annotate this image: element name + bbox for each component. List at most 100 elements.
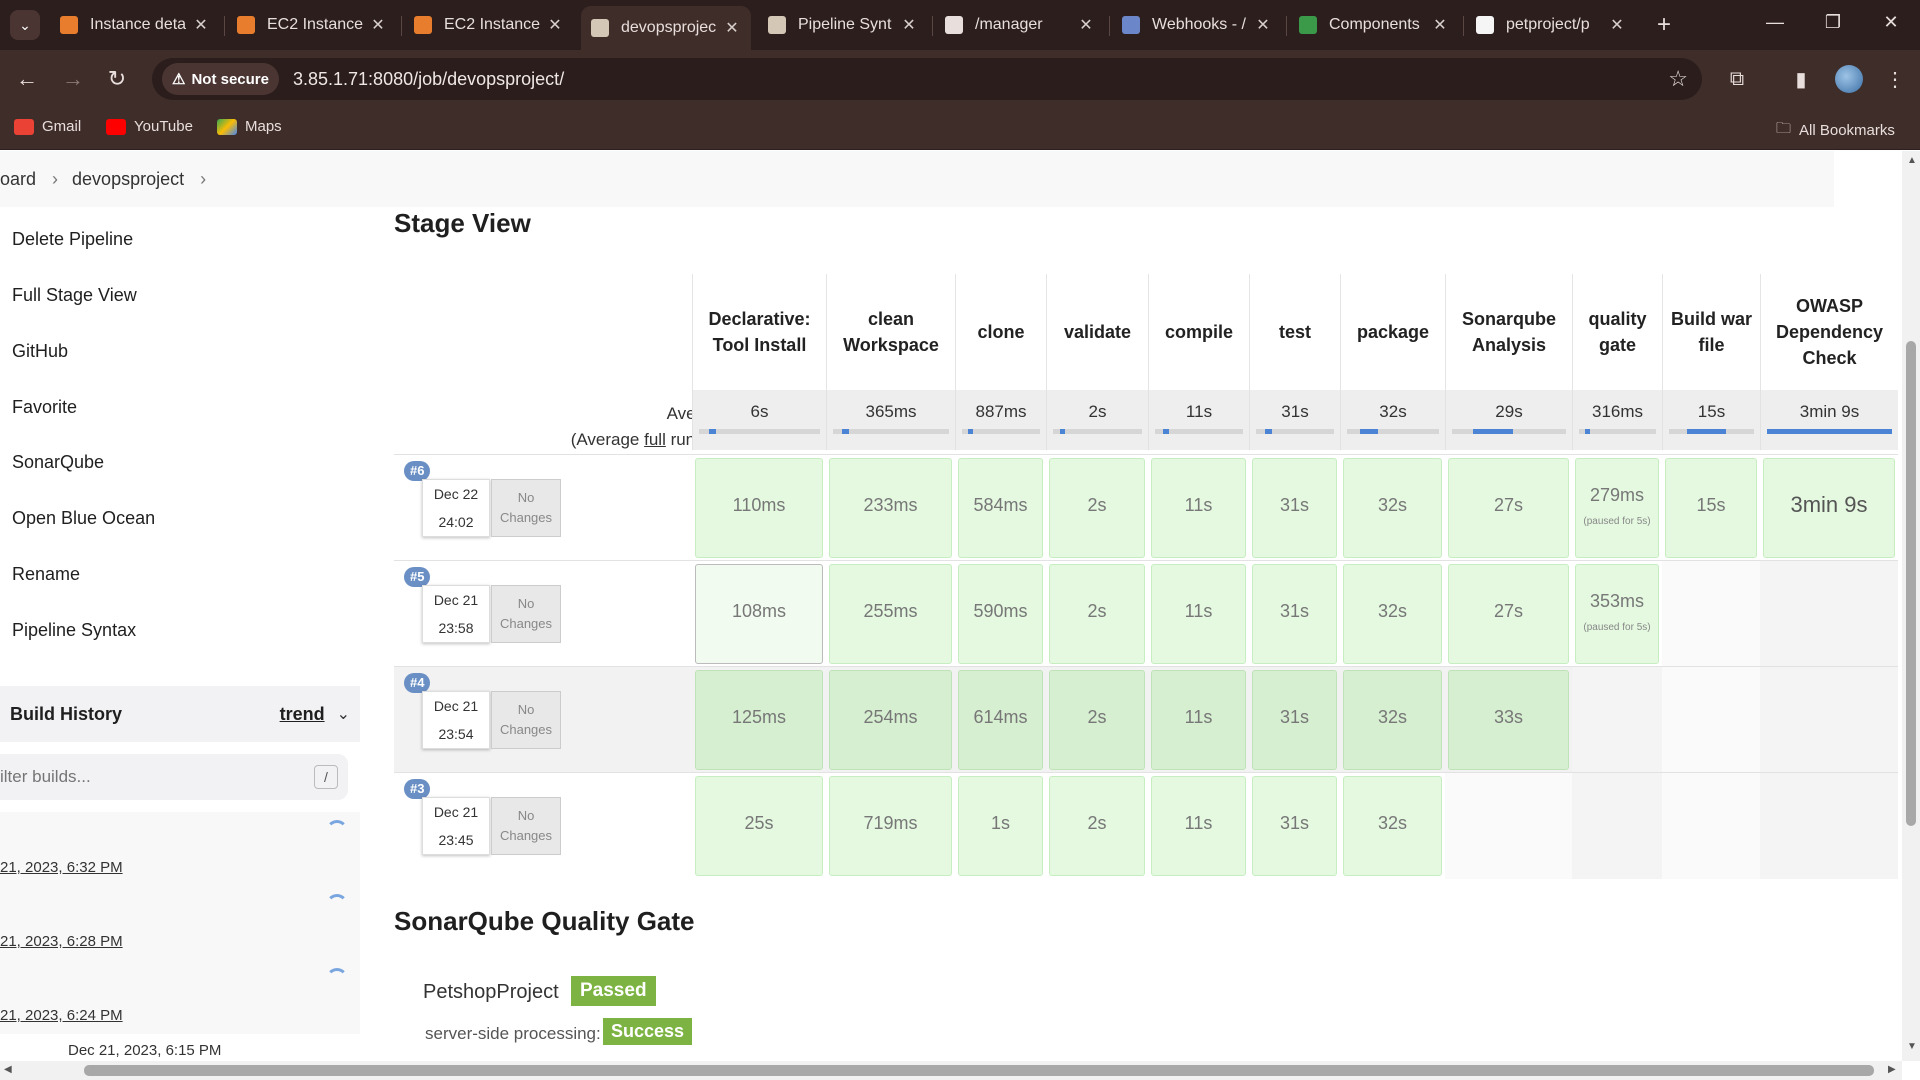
scroll-right-icon[interactable]: ▶ <box>1888 1064 1896 1075</box>
stage-result-cell[interactable]: 719ms <box>829 776 952 876</box>
security-indicator[interactable]: ⚠ Not secure <box>162 63 279 95</box>
stage-result-cell[interactable]: 108ms <box>695 564 823 664</box>
back-arrow-icon[interactable]: ← <box>12 64 42 94</box>
bookmark-star-icon[interactable]: ☆ <box>1668 66 1688 92</box>
filter-builds-input[interactable] <box>0 767 300 787</box>
build-number-badge[interactable]: #4 <box>404 673 431 693</box>
stage-result-cell[interactable]: 31s <box>1252 564 1337 664</box>
scroll-up-icon[interactable]: ▲ <box>1907 155 1917 166</box>
stage-result-cell[interactable]: 254ms <box>829 670 952 770</box>
reload-icon[interactable]: ↻ <box>102 64 132 94</box>
full-run-link[interactable]: full <box>644 430 666 449</box>
stage-result-cell[interactable]: 31s <box>1252 776 1337 876</box>
build-number-badge[interactable]: #6 <box>404 461 431 481</box>
browser-tab[interactable]: devopsprojec ✕ <box>581 6 751 50</box>
side-panel-icon[interactable]: ▮ <box>1786 64 1816 94</box>
stage-result-cell[interactable]: 2s <box>1049 564 1145 664</box>
stage-result-cell[interactable]: 33s <box>1448 670 1569 770</box>
stage-result-cell[interactable]: 584ms <box>958 458 1043 558</box>
tab-close-icon[interactable]: ✕ <box>1077 15 1095 35</box>
build-date-link[interactable]: 21, 2023, 6:28 PM <box>0 933 123 950</box>
forward-arrow-icon[interactable]: → <box>58 64 88 94</box>
scroll-left-icon[interactable]: ◀ <box>4 1064 12 1075</box>
tab-close-icon[interactable]: ✕ <box>546 15 564 35</box>
stage-result-cell[interactable]: 110ms <box>695 458 823 558</box>
stage-result-cell[interactable]: 32s <box>1343 776 1442 876</box>
chevron-right-icon[interactable]: › <box>52 169 58 190</box>
profile-avatar[interactable] <box>1835 65 1863 93</box>
sidebar-item-pipeline-syntax[interactable]: Pipeline Syntax <box>12 620 136 641</box>
stage-result-cell[interactable]: 27s <box>1448 458 1569 558</box>
stage-result-cell[interactable]: 31s <box>1252 670 1337 770</box>
build-history-item[interactable]: 21, 2023, 6:32 PM <box>0 812 360 886</box>
bookmark-maps[interactable]: Maps <box>217 118 282 135</box>
build-number-badge[interactable]: #3 <box>404 779 431 799</box>
chevron-down-icon[interactable]: ⌄ <box>337 704 350 724</box>
tab-close-icon[interactable]: ✕ <box>1608 15 1626 35</box>
browser-tab[interactable]: EC2 Instance ✕ <box>404 8 574 42</box>
extensions-icon[interactable]: ⧉ <box>1722 64 1752 94</box>
build-date-link[interactable]: 21, 2023, 6:32 PM <box>0 859 123 876</box>
all-bookmarks[interactable]: 🗀 All Bookmarks <box>1776 118 1895 143</box>
stage-result-cell[interactable]: 2s <box>1049 670 1145 770</box>
bookmark-youtube[interactable]: YouTube <box>106 118 193 135</box>
tab-close-icon[interactable]: ✕ <box>723 18 741 38</box>
new-tab-button[interactable]: + <box>1650 11 1678 39</box>
minimize-icon[interactable]: — <box>1760 12 1790 33</box>
browser-tab[interactable]: Instance deta ✕ <box>50 8 220 42</box>
stage-result-cell[interactable]: 11s <box>1151 458 1246 558</box>
browser-menu-icon[interactable]: ⋮ <box>1880 64 1910 94</box>
stage-result-cell[interactable]: 2s <box>1049 776 1145 876</box>
sidebar-item-full-stage-view[interactable]: Full Stage View <box>12 285 137 306</box>
stage-result-cell[interactable]: 3min 9s <box>1763 458 1895 558</box>
stage-result-cell[interactable]: 11s <box>1151 564 1246 664</box>
scroll-down-icon[interactable]: ▼ <box>1907 1041 1917 1052</box>
browser-tab[interactable]: petproject/p ✕ <box>1466 8 1636 42</box>
build-changes[interactable]: No Changes <box>491 691 561 749</box>
address-bar[interactable]: ⚠ Not secure 3.85.1.71:8080/job/devopspr… <box>152 58 1702 100</box>
stage-result-cell[interactable]: 2s <box>1049 458 1145 558</box>
stage-result-cell[interactable]: 233ms <box>829 458 952 558</box>
sidebar-item-github[interactable]: GitHub <box>12 341 68 362</box>
tab-close-icon[interactable]: ✕ <box>900 15 918 35</box>
restore-icon[interactable]: ❐ <box>1818 12 1848 33</box>
url-text[interactable]: 3.85.1.71:8080/job/devopsproject/ <box>293 69 564 90</box>
build-changes[interactable]: No Changes <box>491 479 561 537</box>
sidebar-item-sonarqube[interactable]: SonarQube <box>12 452 104 473</box>
browser-tab[interactable]: /manager ✕ <box>935 8 1105 42</box>
stage-result-cell[interactable]: 15s <box>1665 458 1757 558</box>
stage-result-cell[interactable]: 32s <box>1343 564 1442 664</box>
stage-result-cell[interactable]: 27s <box>1448 564 1569 664</box>
tab-close-icon[interactable]: ✕ <box>369 15 387 35</box>
browser-tab[interactable]: Components ✕ <box>1289 8 1459 42</box>
breadcrumb-dashboard[interactable]: oard <box>0 169 36 190</box>
sidebar-item-delete-pipeline[interactable]: Delete Pipeline <box>12 229 133 250</box>
tab-close-icon[interactable]: ✕ <box>192 15 210 35</box>
quality-gate-project[interactable]: PetshopProject <box>423 981 559 1004</box>
tab-close-icon[interactable]: ✕ <box>1431 15 1449 35</box>
browser-tab[interactable]: Webhooks - / ✕ <box>1112 8 1282 42</box>
sidebar-item-favorite[interactable]: Favorite <box>12 397 77 418</box>
horizontal-scrollbar[interactable]: ◀ ▶ <box>0 1061 1902 1080</box>
tab-close-icon[interactable]: ✕ <box>1254 15 1272 35</box>
stage-result-cell[interactable]: 32s <box>1343 458 1442 558</box>
build-history-item[interactable]: 21, 2023, 6:28 PM <box>0 886 360 960</box>
build-changes[interactable]: No Changes <box>491 585 561 643</box>
stage-result-cell[interactable]: 25s <box>695 776 823 876</box>
stage-result-cell[interactable]: 255ms <box>829 564 952 664</box>
build-changes[interactable]: No Changes <box>491 797 561 855</box>
chevron-right-icon[interactable]: › <box>200 169 206 190</box>
build-date-link[interactable]: 21, 2023, 6:24 PM <box>0 1007 123 1024</box>
tab-search-button[interactable]: ⌄ <box>10 10 40 40</box>
stage-result-cell[interactable]: 614ms <box>958 670 1043 770</box>
build-history-item[interactable]: 21, 2023, 6:24 PM <box>0 960 360 1034</box>
sidebar-item-rename[interactable]: Rename <box>12 564 80 585</box>
breadcrumb-devopsproject[interactable]: devopsproject <box>72 169 184 190</box>
window-close-icon[interactable]: ✕ <box>1876 12 1906 33</box>
vertical-scroll-thumb[interactable] <box>1906 341 1916 826</box>
stage-result-cell[interactable]: 353ms (paused for 5s) <box>1575 564 1659 664</box>
stage-result-cell[interactable]: 279ms (paused for 5s) <box>1575 458 1659 558</box>
stage-result-cell[interactable]: 11s <box>1151 670 1246 770</box>
browser-tab[interactable]: Pipeline Synt ✕ <box>758 8 928 42</box>
vertical-scrollbar[interactable]: ▲ ▼ <box>1902 151 1920 1061</box>
